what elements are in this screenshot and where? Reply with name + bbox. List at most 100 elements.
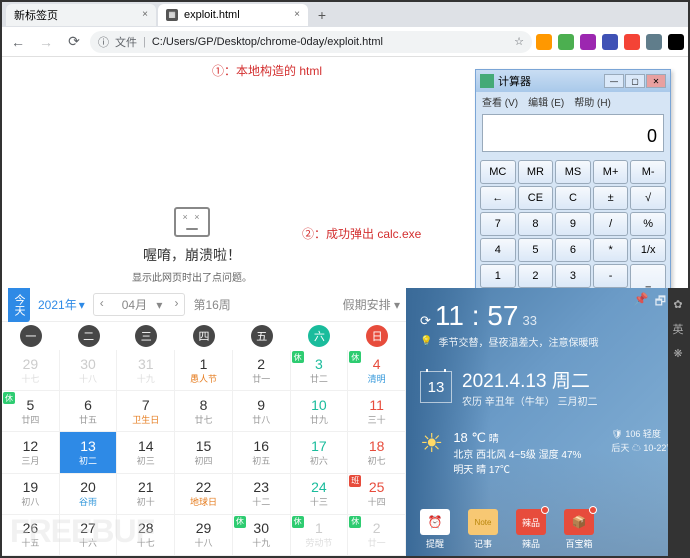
side-item[interactable]: 英 (673, 321, 684, 337)
dock-item-记事[interactable]: Note记事 (468, 509, 498, 550)
calendar-cell[interactable]: 休4清明 (348, 350, 406, 391)
tab-exploit[interactable]: ▦ exploit.html × (158, 4, 308, 26)
today-button[interactable]: 今天 (8, 288, 30, 322)
calendar-cell[interactable]: 8廿七 (175, 391, 233, 432)
menu-view[interactable]: 查看 (V) (482, 94, 518, 109)
prev-month-button[interactable]: ‹ (94, 294, 110, 315)
calendar-cell[interactable]: 休5廿四 (2, 391, 60, 432)
next-month-button[interactable]: › (168, 294, 184, 315)
calendar-cell[interactable]: 18初七 (348, 432, 406, 473)
refresh-icon[interactable]: ⟳ (420, 313, 431, 329)
menu-help[interactable]: 帮助 (H) (574, 94, 611, 109)
calendar-cell[interactable]: 休3廿二 (291, 350, 349, 391)
extension-icon[interactable] (646, 34, 662, 50)
calendar-cell[interactable]: 休1劳动节 (291, 515, 349, 556)
back-button[interactable]: ← (6, 30, 30, 54)
expand-icon[interactable]: 🗗 (655, 292, 666, 313)
calendar-cell[interactable]: 31十九 (117, 350, 175, 391)
calendar-cell[interactable]: 12三月 (2, 432, 60, 473)
dock-item-百宝箱[interactable]: 📦百宝箱 (564, 509, 594, 550)
calendar-cell[interactable]: 6廿五 (60, 391, 118, 432)
close-icon[interactable]: × (294, 9, 300, 20)
address-bar[interactable]: ⓘ 文件 | C:/Users/GP/Desktop/chrome-0day/e… (90, 31, 532, 53)
calendar-cell[interactable]: 休30十九 (233, 515, 291, 556)
calendar-cell[interactable]: 16初五 (233, 432, 291, 473)
reload-button[interactable]: ⟳ (62, 30, 86, 54)
calendar-cell[interactable]: 11三十 (348, 391, 406, 432)
calendar-cell[interactable]: 13初二 (60, 432, 118, 473)
dock-item-提醒[interactable]: ⏰提醒 (420, 509, 450, 550)
calendar-cell[interactable]: 26十五 (2, 515, 60, 556)
forward-button[interactable]: → (34, 30, 58, 54)
calc-button-±[interactable]: ± (593, 186, 629, 210)
calendar-cell[interactable]: 9廿八 (233, 391, 291, 432)
extension-icon[interactable] (624, 34, 640, 50)
calc-button-√[interactable]: √ (630, 186, 666, 210)
calc-button-M-[interactable]: M- (630, 160, 666, 184)
dock-item-辣品[interactable]: 辣品辣品 (516, 509, 546, 550)
calendar-cell[interactable]: 10廿九 (291, 391, 349, 432)
calendar-cell[interactable]: 23十二 (233, 474, 291, 515)
calc-button-/[interactable]: / (593, 212, 629, 236)
calculator-titlebar[interactable]: 计算器 — ▢ ✕ (476, 70, 670, 92)
calc-button-M+[interactable]: M+ (593, 160, 629, 184)
calc-button-4[interactable]: 4 (480, 238, 516, 262)
calendar-cell[interactable]: 20谷雨 (60, 474, 118, 515)
calc-button-C[interactable]: C (555, 186, 591, 210)
calc-button--[interactable]: - (593, 264, 629, 288)
calc-button-6[interactable]: 6 (555, 238, 591, 262)
calendar-cell[interactable]: 休2廿一 (348, 515, 406, 556)
year-selector[interactable]: 2021年 ▾ (38, 296, 85, 313)
calendar-cell[interactable]: 7卫生日 (117, 391, 175, 432)
extension-icon[interactable] (536, 34, 552, 50)
close-button[interactable]: ✕ (646, 74, 666, 88)
month-selector[interactable]: 04月 ▾ (110, 294, 169, 315)
tab-new-page[interactable]: 新标签页 × (6, 4, 156, 26)
calc-button-CE[interactable]: CE (518, 186, 554, 210)
calendar-cell[interactable]: 14初三 (117, 432, 175, 473)
calc-button-5[interactable]: 5 (518, 238, 554, 262)
calc-button-*[interactable]: * (593, 238, 629, 262)
calendar-cell[interactable]: 28十七 (117, 515, 175, 556)
calc-button-MS[interactable]: MS (555, 160, 591, 184)
calendar-cell[interactable]: 17初六 (291, 432, 349, 473)
calendar-cell[interactable]: 30十八 (60, 350, 118, 391)
menu-edit[interactable]: 编辑 (E) (528, 94, 564, 109)
minimize-button[interactable]: — (604, 74, 624, 88)
calc-button-1[interactable]: 1 (480, 264, 516, 288)
maximize-button[interactable]: ▢ (625, 74, 645, 88)
extension-icon[interactable] (602, 34, 618, 50)
calc-button-9[interactable]: 9 (555, 212, 591, 236)
calendar-cell[interactable]: 27十六 (60, 515, 118, 556)
extension-icon[interactable] (580, 34, 596, 50)
side-item[interactable]: ❋ (673, 347, 682, 360)
calc-button-MC[interactable]: MC (480, 160, 516, 184)
holiday-selector[interactable]: 假期安排 ▾ (343, 296, 400, 313)
calendar-cell[interactable]: 2廿一 (233, 350, 291, 391)
calc-button-MR[interactable]: MR (518, 160, 554, 184)
calendar-cell[interactable]: 班25十四 (348, 474, 406, 515)
calc-button-%[interactable]: % (630, 212, 666, 236)
calc-button-8[interactable]: 8 (518, 212, 554, 236)
star-icon[interactable]: ☆ (514, 35, 524, 48)
close-icon[interactable]: × (142, 9, 148, 20)
calendar-cell[interactable]: 21初十 (117, 474, 175, 515)
calc-button-2[interactable]: 2 (518, 264, 554, 288)
pin-icon[interactable]: 📌 (634, 292, 649, 313)
calendar-cell[interactable]: 19初八 (2, 474, 60, 515)
calendar-cell[interactable]: 22地球日 (175, 474, 233, 515)
calendar-cell[interactable]: 15初四 (175, 432, 233, 473)
calendar-cell[interactable]: 1愚人节 (175, 350, 233, 391)
calc-button-3[interactable]: 3 (555, 264, 591, 288)
new-tab-button[interactable]: + (310, 5, 334, 25)
info-icon[interactable]: ⓘ (98, 34, 109, 50)
extension-icon[interactable] (668, 34, 684, 50)
calc-button-1/x[interactable]: 1/x (630, 238, 666, 262)
calendar-cell[interactable]: 29十七 (2, 350, 60, 391)
side-item[interactable]: ✿ (673, 298, 682, 311)
calendar-cell[interactable]: 29十八 (175, 515, 233, 556)
calc-button-7[interactable]: 7 (480, 212, 516, 236)
calculator-window[interactable]: 计算器 — ▢ ✕ 查看 (V) 编辑 (E) 帮助 (H) 0 MCMRMSM… (475, 69, 671, 319)
extension-icon[interactable] (558, 34, 574, 50)
calc-button-←[interactable]: ← (480, 186, 516, 210)
